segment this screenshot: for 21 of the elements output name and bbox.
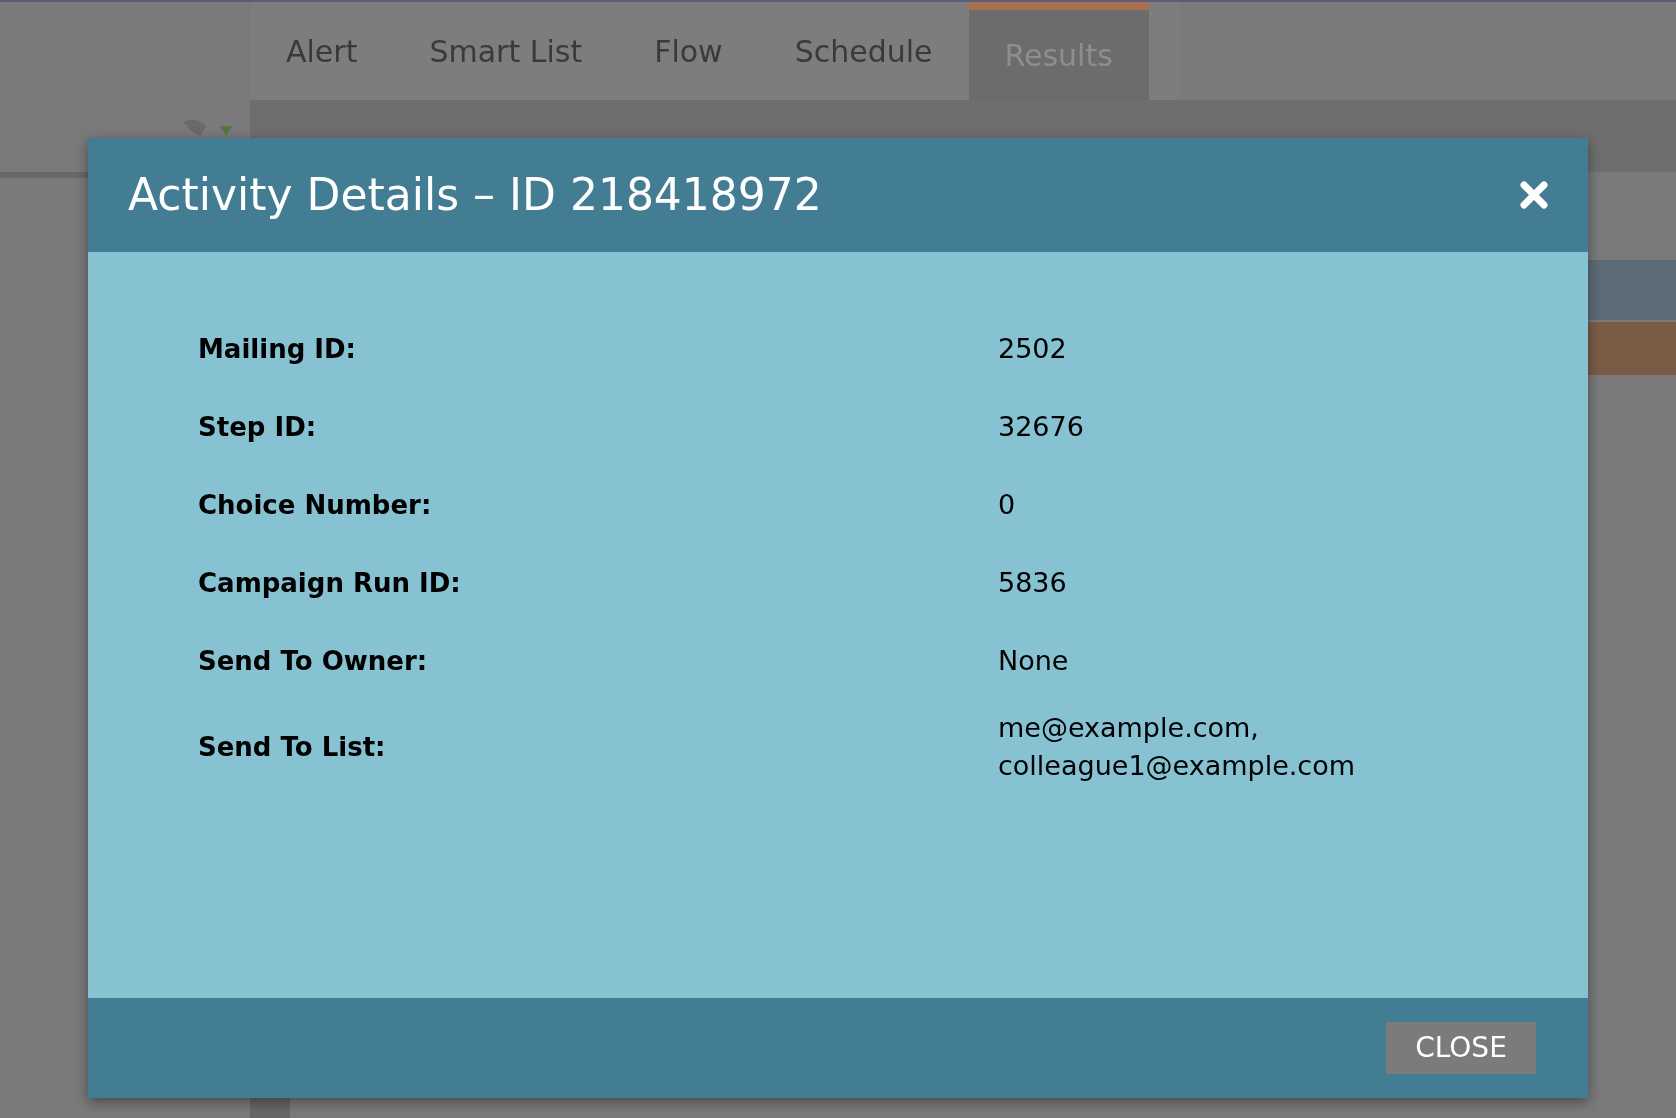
field-value: 5836 bbox=[998, 566, 1067, 600]
tab[interactable]: Schedule bbox=[758, 2, 969, 100]
field-label: Mailing ID: bbox=[198, 332, 357, 366]
tab[interactable]: Alert bbox=[250, 2, 394, 100]
field-label: Step ID: bbox=[198, 410, 318, 444]
field-label: Choice Number: bbox=[198, 488, 433, 522]
field-label: Campaign Run ID: bbox=[198, 566, 462, 600]
tab[interactable]: Smart List bbox=[393, 2, 619, 100]
dialog-title: Activity Details – ID 218418972 bbox=[128, 168, 822, 222]
field-label: Send To Owner: bbox=[198, 644, 429, 678]
field-value: 32676 bbox=[998, 410, 1084, 444]
close-icon[interactable] bbox=[1520, 181, 1548, 209]
field-value: me@example.com, bbox=[998, 711, 1260, 745]
field-value: None bbox=[998, 644, 1069, 678]
scrollbar bbox=[250, 1098, 290, 1118]
field-value: 2502 bbox=[998, 332, 1067, 366]
field-value: colleague1@example.com bbox=[998, 749, 1356, 783]
field-label: Send To List: bbox=[198, 730, 387, 764]
close-button[interactable]: CLOSE bbox=[1386, 1022, 1536, 1074]
tab[interactable]: Flow bbox=[618, 2, 759, 100]
field-value: 0 bbox=[998, 488, 1016, 522]
